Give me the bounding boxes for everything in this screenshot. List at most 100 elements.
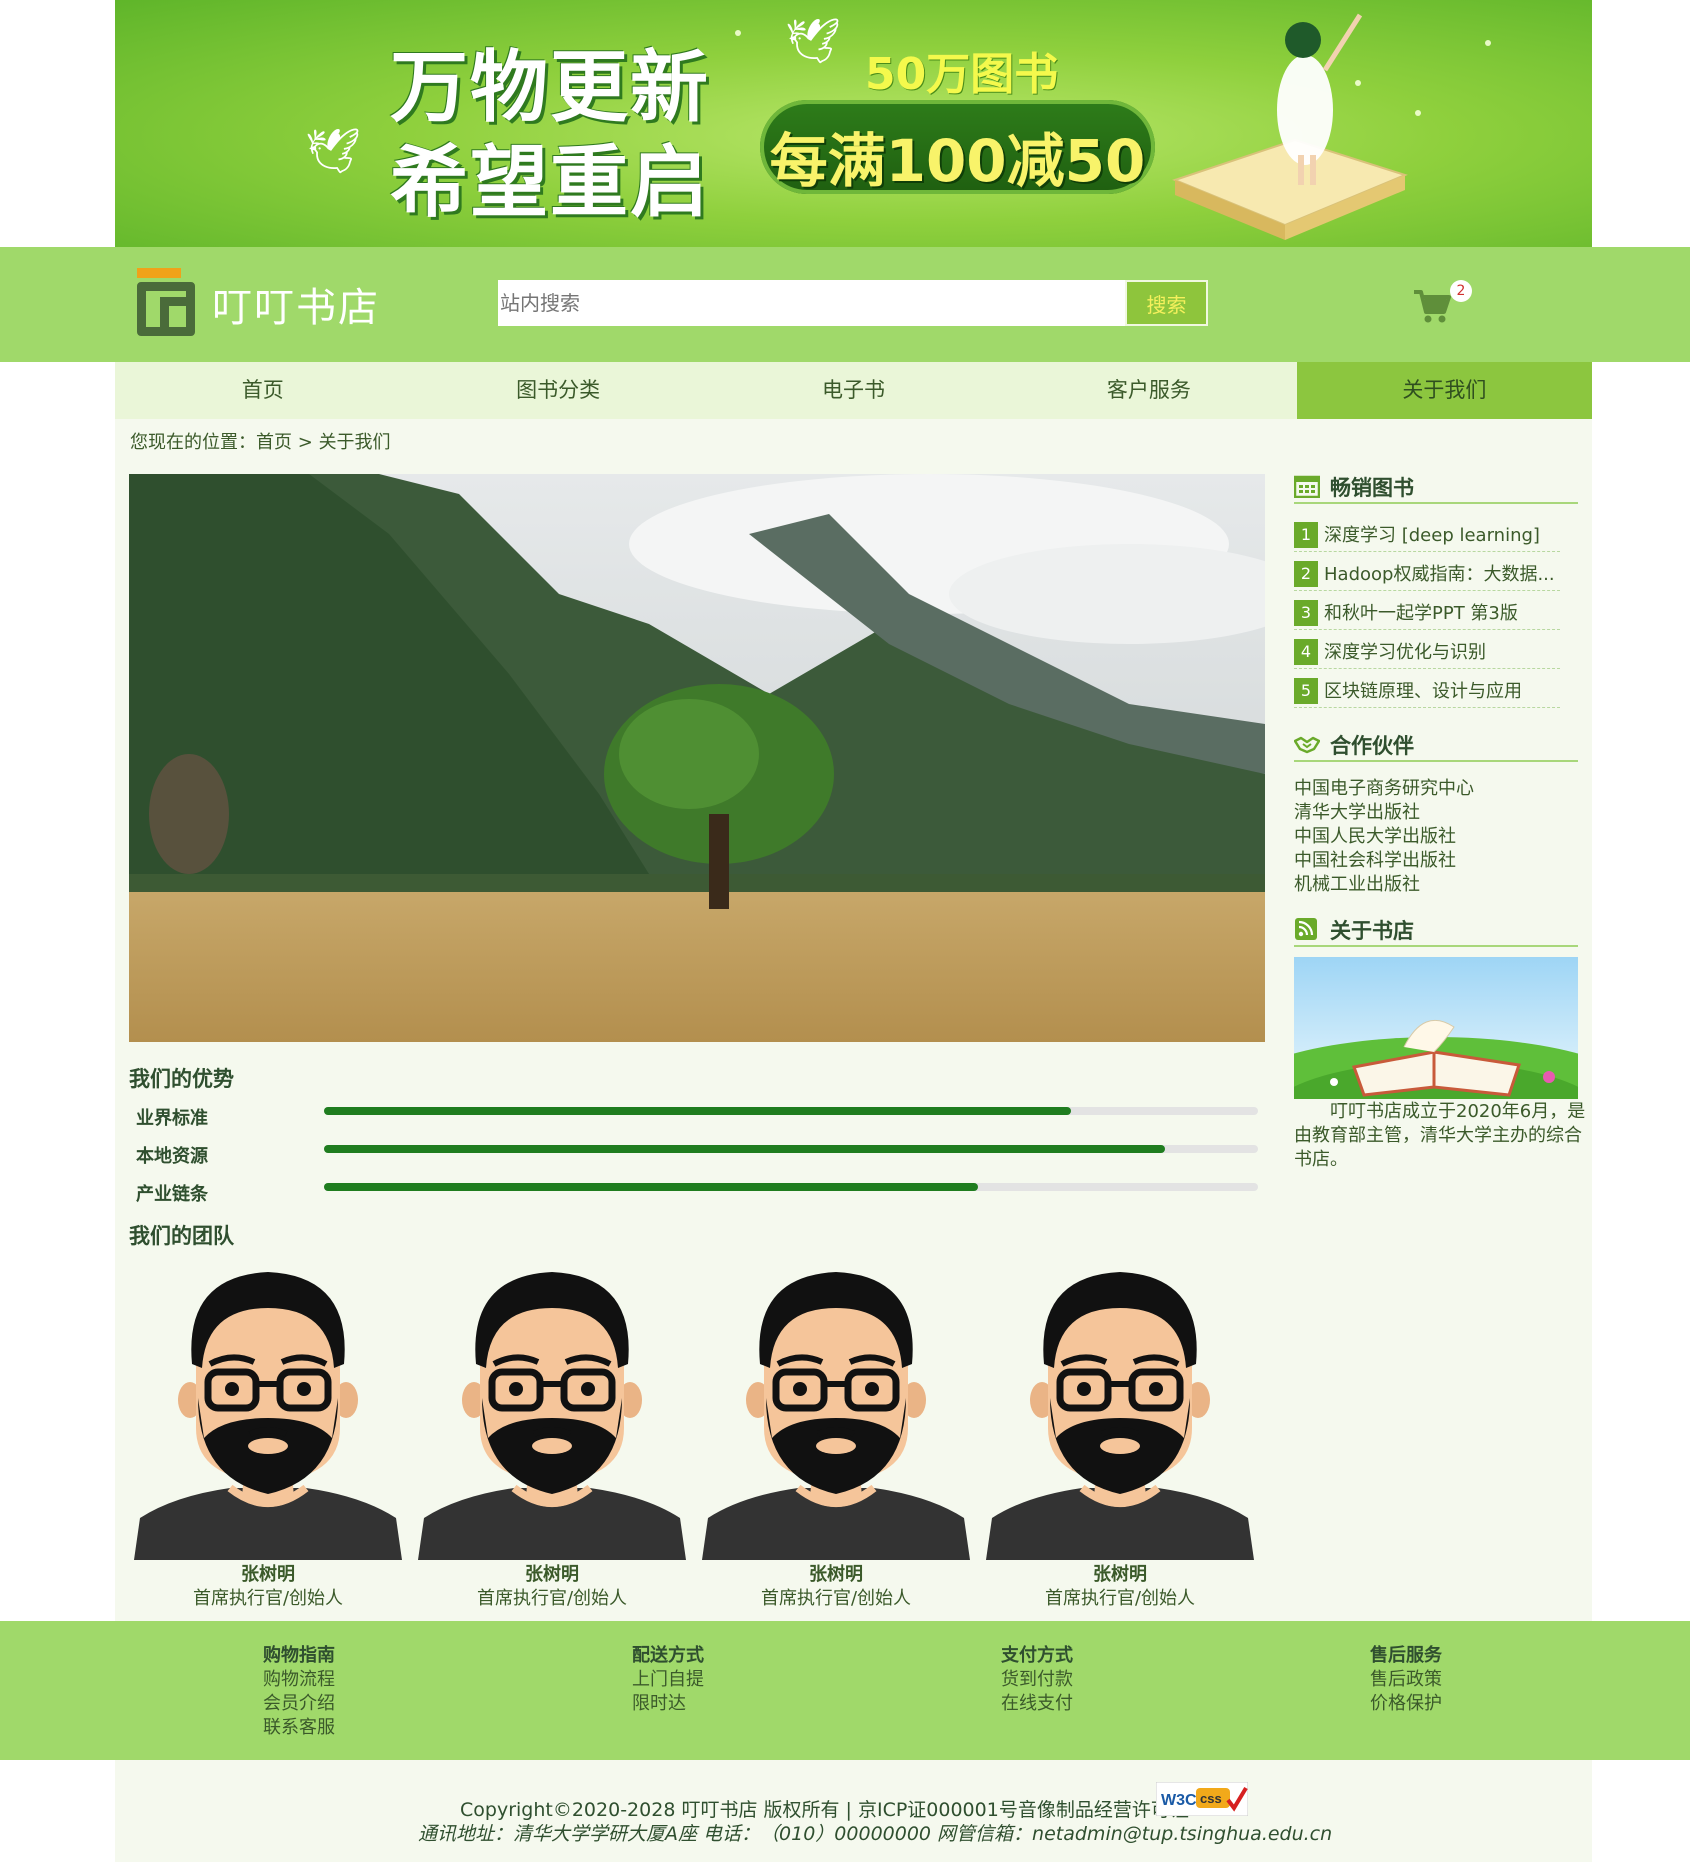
bestseller-item[interactable]: 3 和秋叶一起学PPT 第3版 xyxy=(1294,596,1560,630)
footer-column: 支付方式 货到付款 在线支付 xyxy=(1001,1644,1073,1716)
skill-progress-fill xyxy=(324,1183,978,1191)
partner-link[interactable]: 中国电子商务研究中心 xyxy=(1294,774,1474,800)
nav-about-us[interactable]: 关于我们 xyxy=(1296,362,1593,419)
footer-link[interactable]: 联系客服 xyxy=(263,1716,335,1740)
banner-headline-2: 希望重启 xyxy=(390,138,711,228)
skill-progress-bar xyxy=(324,1145,1258,1153)
bestseller-item[interactable]: 5 区块链原理、设计与应用 xyxy=(1294,674,1560,708)
footer-link[interactable]: 售后政策 xyxy=(1370,1668,1442,1692)
partner-link[interactable]: 清华大学出版社 xyxy=(1294,798,1420,824)
w3c-badge-text: W3C xyxy=(1161,1792,1197,1809)
bestseller-title[interactable]: Hadoop权威指南：大数据... xyxy=(1324,560,1555,586)
breadcrumb-prefix: 您现在的位置： xyxy=(130,432,256,453)
rank-number: 2 xyxy=(1294,561,1318,587)
team-member-name: 张树明 xyxy=(809,1564,863,1585)
about-store-text: 叮叮书店成立于2020年6月，是由教育部主管，清华大学主办的综合书店。 xyxy=(1294,1101,1586,1170)
footer-column: 购物指南 购物流程 会员介绍 联系客服 xyxy=(263,1644,335,1740)
dove-icon: 🕊 xyxy=(305,126,361,177)
skill-label: 业界标准 xyxy=(136,1108,208,1129)
w3c-css-badge[interactable]: W3C css xyxy=(1155,1781,1249,1817)
team-member-avatar xyxy=(418,1268,686,1560)
footer-link[interactable]: 限时达 xyxy=(632,1692,704,1716)
dove-icon: 🕊 xyxy=(785,16,841,67)
bestseller-item[interactable]: 2 Hadoop权威指南：大数据... xyxy=(1294,557,1560,591)
rank-number: 3 xyxy=(1294,600,1318,626)
promo-banner[interactable]: 🕊 🕊 万物更新 希望重启 50万图书 每满100减50 xyxy=(115,0,1592,247)
bestseller-item[interactable]: 4 深度学习优化与识别 xyxy=(1294,635,1560,669)
nav-customer-service[interactable]: 客户服务 xyxy=(1001,362,1296,419)
footer-link[interactable]: 上门自提 xyxy=(632,1668,704,1692)
calendar-icon xyxy=(1294,475,1320,498)
partners-title: 合作伙伴 xyxy=(1330,734,1414,758)
footer-column-title: 支付方式 xyxy=(1001,1645,1073,1666)
skill-label: 产业链条 xyxy=(136,1184,208,1205)
search-input[interactable] xyxy=(498,280,1125,326)
rank-number: 5 xyxy=(1294,678,1318,704)
bestseller-item[interactable]: 1 深度学习 [deep learning] xyxy=(1294,518,1560,552)
footer-column: 售后服务 售后政策 价格保护 xyxy=(1370,1644,1442,1716)
breadcrumb-current: 关于我们 xyxy=(318,432,391,453)
partners-heading: 合作伙伴 xyxy=(1294,728,1578,762)
skill-progress-fill xyxy=(324,1107,1072,1115)
reading-girl-illustration xyxy=(1172,13,1408,240)
css-badge-text: css xyxy=(1200,1791,1222,1806)
breadcrumb-separator: > xyxy=(297,432,313,453)
team-title: 我们的团队 xyxy=(129,1224,234,1248)
site-logo[interactable] xyxy=(137,268,195,336)
advantages-title: 我们的优势 xyxy=(129,1067,234,1091)
nav-book-categories[interactable]: 图书分类 xyxy=(410,362,705,419)
footer-link[interactable]: 购物流程 xyxy=(263,1668,335,1692)
rss-icon xyxy=(1295,918,1317,940)
footer-column: 配送方式 上门自提 限时达 xyxy=(632,1644,704,1716)
partner-link[interactable]: 机械工业出版社 xyxy=(1294,870,1420,896)
bestseller-title[interactable]: 区块链原理、设计与应用 xyxy=(1324,677,1522,703)
team-member-role: 首席执行官/创始人 xyxy=(192,1588,344,1609)
banner-promo-pill: 每满100减50 xyxy=(760,100,1155,195)
cart-count-badge: 2 xyxy=(1450,280,1472,302)
main-nav: 首页 图书分类 电子书 客户服务 关于我们 xyxy=(115,362,1593,419)
footer-link[interactable]: 在线支付 xyxy=(1001,1692,1073,1716)
partner-link[interactable]: 中国社会科学出版社 xyxy=(1294,846,1456,872)
footer-link[interactable]: 货到付款 xyxy=(1001,1668,1073,1692)
skill-progress-fill xyxy=(324,1145,1165,1153)
nav-home[interactable]: 首页 xyxy=(115,362,410,419)
footer-column-title: 配送方式 xyxy=(632,1645,704,1666)
bestseller-title[interactable]: 深度学习优化与识别 xyxy=(1324,638,1486,664)
skill-progress-bar xyxy=(324,1183,1258,1191)
search-button[interactable]: 搜索 xyxy=(1125,280,1208,326)
handshake-icon xyxy=(1294,736,1320,754)
team-member-role: 首席执行官/创始人 xyxy=(476,1588,628,1609)
skill-progress-bar xyxy=(324,1107,1258,1115)
team-member-name: 张树明 xyxy=(525,1564,579,1585)
footer-column-title: 售后服务 xyxy=(1370,1645,1442,1666)
hero-landscape-image xyxy=(129,474,1265,1042)
site-title[interactable]: 叮叮书店 xyxy=(212,275,380,333)
copyright-text: Copyright©2020-2028 叮叮书店 版权所有 | 京ICP证000… xyxy=(460,1799,1189,1821)
banner-books-text: 50万图书 xyxy=(865,49,1059,100)
footer-link[interactable]: 会员介绍 xyxy=(263,1692,335,1716)
team-member-name: 张树明 xyxy=(1093,1564,1147,1585)
breadcrumb-home-link[interactable]: 首页 xyxy=(256,432,292,453)
about-store-title: 关于书店 xyxy=(1330,919,1414,943)
banner-promo-text: 每满100减50 xyxy=(769,127,1146,195)
bestseller-title[interactable]: 和秋叶一起学PPT 第3版 xyxy=(1324,599,1518,625)
partner-link[interactable]: 中国人民大学出版社 xyxy=(1294,822,1456,848)
breadcrumb: 您现在的位置：首页 > 关于我们 xyxy=(130,428,391,454)
bestseller-title[interactable]: 深度学习 [deep learning] xyxy=(1324,521,1540,547)
team-member-avatar xyxy=(702,1268,970,1560)
team-member-name: 张树明 xyxy=(241,1564,295,1585)
rank-number: 1 xyxy=(1294,522,1318,548)
team-member-role: 首席执行官/创始人 xyxy=(1044,1588,1196,1609)
team-member-avatar xyxy=(134,1268,402,1560)
bestsellers-title: 畅销图书 xyxy=(1330,476,1414,500)
about-store-image xyxy=(1294,957,1578,1099)
rank-number: 4 xyxy=(1294,639,1318,665)
contact-address: 通讯地址：清华大学学研大厦A座 电话：（010）00000000 网管信箱：ne… xyxy=(418,1823,1333,1845)
cart-icon xyxy=(1414,290,1451,323)
team-member-role: 首席执行官/创始人 xyxy=(760,1588,912,1609)
about-store-heading: 关于书店 xyxy=(1294,913,1578,947)
nav-ebooks[interactable]: 电子书 xyxy=(706,362,1001,419)
team-member-avatar xyxy=(986,1268,1254,1560)
footer-column-title: 购物指南 xyxy=(263,1645,335,1666)
footer-link[interactable]: 价格保护 xyxy=(1370,1692,1442,1716)
